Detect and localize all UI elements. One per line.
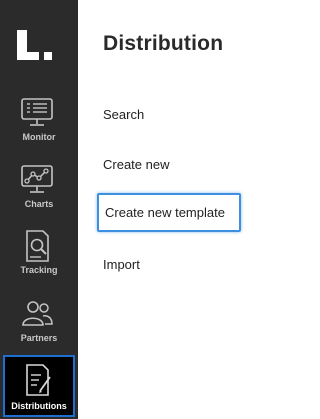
distributions-icon bbox=[26, 364, 51, 396]
chart-icon bbox=[21, 165, 53, 193]
partners-icon bbox=[22, 301, 53, 326]
create-new-template-link[interactable]: Create new template bbox=[97, 193, 241, 232]
sidebar: Monitor Charts Tracking Partners Distrib… bbox=[0, 0, 78, 419]
logo[interactable] bbox=[17, 30, 57, 62]
sidebar-item-tracking[interactable]: Tracking bbox=[0, 229, 78, 291]
search-link[interactable]: Search bbox=[103, 107, 144, 122]
monitor-icon bbox=[21, 98, 53, 126]
tracking-icon bbox=[26, 230, 49, 262]
create-new-link[interactable]: Create new bbox=[103, 157, 169, 172]
sidebar-item-label: Partners bbox=[20, 333, 58, 343]
sidebar-item-label: Tracking bbox=[20, 265, 58, 275]
sidebar-item-label: Monitor bbox=[22, 132, 56, 142]
sidebar-item-monitor[interactable]: Monitor bbox=[0, 96, 78, 158]
page-title: Distribution bbox=[103, 32, 224, 55]
main-panel: Distribution Search Create new Create ne… bbox=[78, 0, 296, 419]
sidebar-item-charts[interactable]: Charts bbox=[0, 163, 78, 225]
import-link[interactable]: Import bbox=[103, 257, 140, 272]
sidebar-item-label: Distributions bbox=[11, 401, 67, 411]
sidebar-item-partners[interactable]: Partners bbox=[0, 297, 78, 359]
sidebar-item-label: Charts bbox=[24, 199, 54, 209]
sidebar-item-distributions[interactable]: Distributions bbox=[3, 355, 75, 417]
